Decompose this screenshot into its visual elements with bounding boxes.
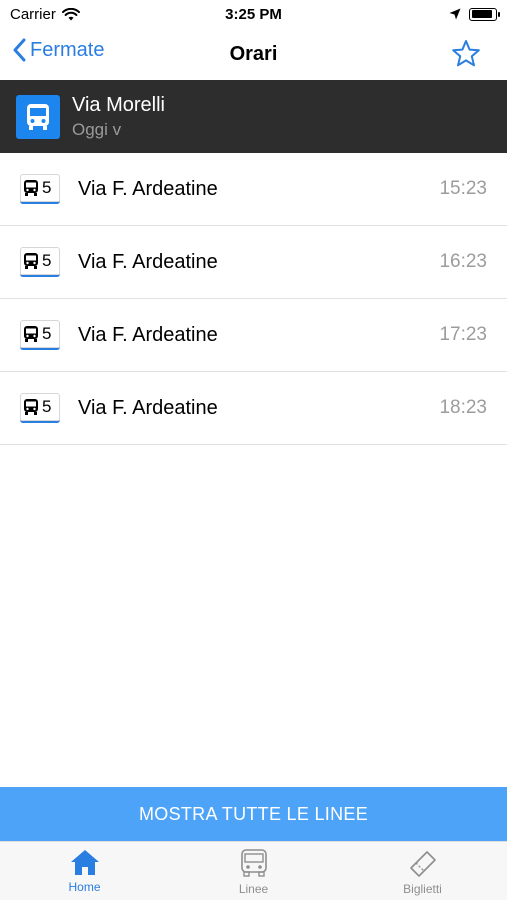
wifi-icon: [61, 7, 80, 20]
line-number: 5: [42, 324, 52, 343]
destination: Via F. Ardeatine: [78, 323, 218, 346]
bus-icon: [24, 253, 38, 269]
stop-header: Via Morelli Oggi v: [0, 80, 507, 153]
tab-biglietti[interactable]: Biglietti: [338, 842, 507, 900]
line-badge: 5: [20, 247, 60, 277]
destination: Via F. Ardeatine: [78, 396, 218, 419]
ticket-icon: [409, 851, 436, 877]
chevron-left-icon: [13, 38, 26, 62]
home-icon: [70, 850, 99, 875]
schedule-row[interactable]: 5 Via F. Ardeatine 15:23: [0, 153, 507, 226]
tab-label: Biglietti: [403, 882, 442, 896]
bus-stop-icon: [16, 94, 60, 139]
stop-name: Via Morelli: [72, 93, 165, 116]
line-number: 5: [42, 251, 52, 270]
status-bar: Carrier 3:25 PM: [0, 0, 507, 28]
tab-bar: Home Linee Biglietti: [0, 841, 507, 900]
destination: Via F. Ardeatine: [78, 177, 218, 200]
show-all-lines-button[interactable]: MOSTRA TUTTE LE LINEE: [0, 787, 507, 841]
page-title: Orari: [229, 42, 278, 65]
schedule-row[interactable]: 5 Via F. Ardeatine 16:23: [0, 226, 507, 299]
day-selector[interactable]: Oggi v: [72, 120, 165, 140]
star-icon: [452, 40, 480, 67]
departure-time: 17:23: [439, 324, 487, 345]
departure-time: 15:23: [439, 178, 487, 199]
line-badge: 5: [20, 174, 60, 204]
bus-icon: [240, 849, 267, 877]
bus-icon: [24, 180, 38, 196]
schedule-row[interactable]: 5 Via F. Ardeatine 18:23: [0, 372, 507, 445]
tab-label: Linee: [238, 882, 269, 896]
carrier-label: Carrier: [10, 5, 56, 23]
battery-icon: [469, 7, 500, 21]
tab-home[interactable]: Home: [0, 842, 169, 900]
favorite-button[interactable]: [451, 39, 481, 73]
schedule-list: 5 Via F. Ardeatine 15:23 5 Via F. Ardeat…: [0, 153, 507, 445]
schedule-row[interactable]: 5 Via F. Ardeatine 17:23: [0, 299, 507, 372]
line-badge: 5: [20, 393, 60, 423]
departure-time: 18:23: [439, 397, 487, 418]
bus-icon: [24, 399, 38, 415]
battery-fill: [471, 10, 493, 18]
back-button[interactable]: Fermate: [12, 38, 104, 62]
back-button-label: Fermate: [30, 38, 105, 61]
line-number: 5: [42, 397, 52, 416]
destination: Via F. Ardeatine: [78, 250, 218, 273]
tab-label: Home: [68, 880, 101, 894]
location-arrow-icon: [449, 8, 461, 20]
line-number: 5: [42, 178, 52, 197]
navigation-bar: Fermate Orari: [0, 28, 507, 80]
bus-icon: [24, 326, 38, 342]
line-badge: 5: [20, 320, 60, 350]
tab-linee[interactable]: Linee: [169, 842, 338, 900]
departure-time: 16:23: [439, 251, 487, 272]
